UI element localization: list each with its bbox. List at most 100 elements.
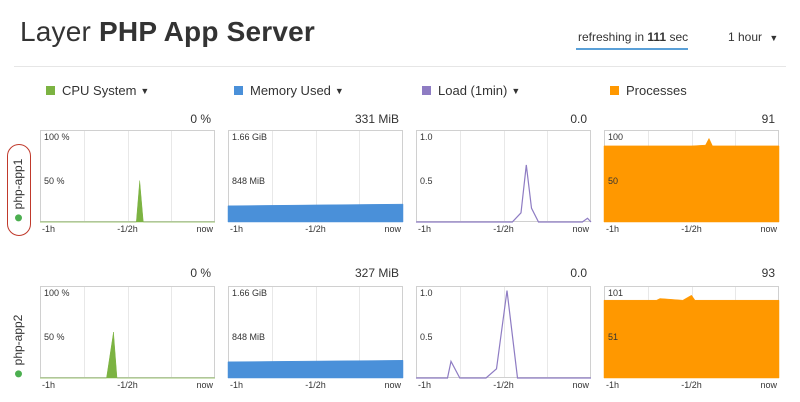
time-range-label: 1 hour bbox=[728, 30, 763, 44]
y-tick-label: 101 bbox=[608, 288, 623, 298]
time-range-dropdown[interactable]: 1 hour ▼ bbox=[728, 30, 778, 44]
x-axis-label: now bbox=[760, 224, 777, 234]
metric-value: 0 % bbox=[190, 112, 211, 126]
legend-label: Load (1min) bbox=[438, 83, 508, 98]
x-axis-label: now bbox=[384, 224, 401, 234]
metric-value: 93 bbox=[761, 266, 775, 280]
series-area bbox=[603, 137, 780, 223]
legend-label: CPU System bbox=[62, 83, 137, 98]
page-title: Layer PHP App Server bbox=[20, 16, 315, 48]
x-axis-label: -1/2h bbox=[681, 224, 702, 234]
y-tick-label: 100 % bbox=[44, 288, 70, 298]
chart-php-app2-load-1min[interactable]: 1.0 0.5 -1h -1/2h now bbox=[416, 286, 591, 390]
x-axis-label: -1h bbox=[230, 380, 243, 390]
chevron-down-icon: ▼ bbox=[140, 85, 150, 96]
host-php-app2[interactable]: php-app2 bbox=[8, 300, 28, 392]
legend-processes[interactable]: Processes bbox=[610, 83, 687, 98]
series-area bbox=[603, 294, 780, 379]
x-axis-label: -1h bbox=[418, 380, 431, 390]
legend-label: Processes bbox=[626, 83, 687, 98]
metric-value: 0 % bbox=[190, 266, 211, 280]
y-tick-label: 1.0 bbox=[420, 132, 433, 142]
legend-swatch bbox=[422, 86, 431, 95]
x-axis-label: -1/2h bbox=[305, 380, 326, 390]
refresh-countdown[interactable]: refreshing in 111 sec bbox=[578, 30, 688, 44]
chart-php-app1-memory-used[interactable]: 1.66 GiB 848 MiB -1h -1/2h now bbox=[227, 130, 404, 234]
header-divider bbox=[14, 66, 786, 67]
y-tick-label: 0.5 bbox=[420, 332, 433, 342]
chevron-down-icon: ▼ bbox=[334, 85, 344, 96]
x-axis-label: now bbox=[196, 224, 213, 234]
y-tick-label: 0.5 bbox=[420, 176, 433, 186]
chart-frame bbox=[416, 286, 591, 378]
x-axis-label: -1h bbox=[418, 224, 431, 234]
host-name: php-app2 bbox=[11, 314, 25, 366]
series-area bbox=[227, 203, 404, 223]
x-axis-label: -1/2h bbox=[117, 224, 138, 234]
chart-php-app2-processes[interactable]: 101 51 -1h -1/2h now bbox=[603, 286, 780, 390]
title-main: PHP App Server bbox=[99, 16, 316, 47]
x-axis-label: now bbox=[572, 224, 589, 234]
x-axis-label: now bbox=[196, 380, 213, 390]
y-tick-label: 1.66 GiB bbox=[232, 132, 267, 142]
chart-php-app1-load-1min[interactable]: 1.0 0.5 -1h -1/2h now bbox=[416, 130, 592, 234]
refresh-seconds: 111 bbox=[647, 30, 667, 44]
chart-svg: 1.66 GiB 848 MiB -1h -1/2h now bbox=[227, 130, 404, 234]
chevron-down-icon: ▼ bbox=[769, 33, 779, 43]
legend-memory-used[interactable]: Memory Used ▼ bbox=[234, 83, 344, 98]
x-axis-label: now bbox=[384, 380, 401, 390]
x-axis-label: -1h bbox=[606, 380, 619, 390]
refresh-suffix: sec bbox=[669, 30, 689, 44]
host-selection-ring bbox=[7, 144, 31, 236]
chart-svg: 100 % 50 % -1h -1/2h now bbox=[40, 130, 215, 234]
x-axis-label: -1h bbox=[606, 224, 619, 234]
chart-php-app2-memory-used[interactable]: 1.66 GiB 848 MiB -1h -1/2h now bbox=[227, 286, 404, 390]
chart-svg: 1.0 0.5 -1h -1/2h now bbox=[416, 130, 592, 234]
y-tick-label: 100 % bbox=[44, 132, 70, 142]
x-axis-label: now bbox=[760, 380, 777, 390]
chart-svg: 101 51 -1h -1/2h now bbox=[603, 286, 780, 390]
chart-php-app1-processes[interactable]: 100 50 -1h -1/2h now bbox=[603, 130, 780, 234]
chevron-down-icon: ▼ bbox=[511, 85, 521, 96]
legend-cpu-system[interactable]: CPU System ▼ bbox=[46, 83, 149, 98]
chart-php-app1-cpu-system[interactable]: 100 % 50 % -1h -1/2h now bbox=[40, 130, 215, 234]
y-tick-label: 50 bbox=[608, 176, 618, 186]
x-axis-label: -1h bbox=[230, 224, 243, 234]
chart-svg: 100 % 50 % -1h -1/2h now bbox=[40, 286, 215, 390]
x-axis-label: now bbox=[572, 380, 589, 390]
x-axis-label: -1/2h bbox=[493, 380, 514, 390]
x-axis-label: -1/2h bbox=[305, 224, 326, 234]
y-tick-label: 50 % bbox=[44, 176, 65, 186]
metric-value: 331 MiB bbox=[354, 112, 399, 126]
y-tick-label: 1.0 bbox=[420, 288, 433, 298]
refresh-progress-bar bbox=[576, 48, 688, 50]
x-axis-label: -1/2h bbox=[117, 380, 138, 390]
metric-value: 0.0 bbox=[570, 112, 587, 126]
x-axis-label: -1/2h bbox=[681, 380, 702, 390]
metric-value: 91 bbox=[761, 112, 775, 126]
chart-frame bbox=[40, 130, 215, 222]
legend-load-1min[interactable]: Load (1min) ▼ bbox=[422, 83, 520, 98]
x-axis-label: -1h bbox=[42, 380, 55, 390]
chart-svg: 1.0 0.5 -1h -1/2h now bbox=[416, 286, 591, 390]
title-prefix: Layer bbox=[20, 16, 92, 47]
legend-swatch bbox=[610, 86, 619, 95]
y-tick-label: 1.66 GiB bbox=[232, 288, 267, 298]
legend-label: Memory Used bbox=[250, 83, 331, 98]
y-tick-label: 50 % bbox=[44, 332, 65, 342]
chart-svg: 1.66 GiB 848 MiB -1h -1/2h now bbox=[227, 286, 404, 390]
metric-value: 327 MiB bbox=[354, 266, 399, 280]
chart-php-app2-cpu-system[interactable]: 100 % 50 % -1h -1/2h now bbox=[40, 286, 215, 390]
y-tick-label: 848 MiB bbox=[232, 332, 265, 342]
chart-svg: 100 50 -1h -1/2h now bbox=[603, 130, 780, 234]
y-tick-label: 848 MiB bbox=[232, 176, 265, 186]
chart-frame bbox=[416, 130, 591, 222]
x-axis-label: -1/2h bbox=[493, 224, 514, 234]
chart-frame bbox=[40, 286, 215, 378]
series-area bbox=[227, 360, 404, 379]
y-tick-label: 51 bbox=[608, 332, 618, 342]
host-label: php-app2 bbox=[11, 315, 25, 378]
refresh-prefix: refreshing in bbox=[578, 30, 645, 44]
metric-value: 0.0 bbox=[570, 266, 587, 280]
legend-swatch bbox=[234, 86, 243, 95]
